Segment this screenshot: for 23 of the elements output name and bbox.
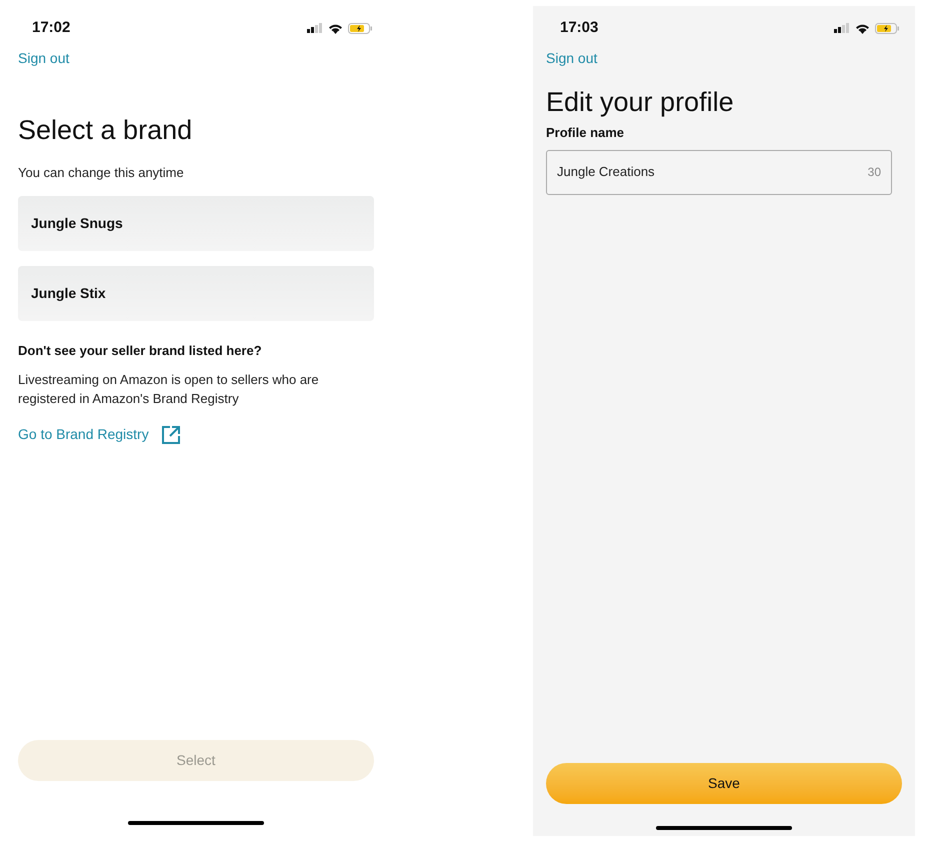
battery-icon <box>348 22 372 34</box>
battery-icon <box>875 22 899 34</box>
profile-name-field[interactable]: Jungle Creations 30 <box>546 150 892 194</box>
brand-option[interactable]: Jungle Stix <box>18 266 374 320</box>
page-title: Edit your profile <box>546 86 735 119</box>
sign-out-link[interactable]: Sign out <box>18 48 70 69</box>
signal-icon <box>834 23 850 33</box>
save-button[interactable]: Save <box>546 763 902 804</box>
status-time: 17:02 <box>32 18 70 38</box>
signal-icon <box>307 23 323 33</box>
page-title: Select a brand <box>18 114 194 147</box>
help-text: Livestreaming on Amazon is open to sellers who are registered in Amazon's Brand Registry <box>18 371 320 408</box>
field-label: Profile name <box>546 124 626 142</box>
wifi-icon <box>855 22 870 34</box>
status-time: 17:03 <box>560 18 598 38</box>
subtitle: You can change this anytime <box>18 164 185 182</box>
sign-out-link[interactable]: Sign out <box>546 48 598 69</box>
wifi-icon <box>328 22 343 34</box>
character-counter: 30 <box>868 164 881 181</box>
brand-option[interactable]: Jungle Snugs <box>18 196 374 250</box>
help-heading: Don't see your seller brand listed here? <box>18 342 263 360</box>
brand-registry-link[interactable]: Go to Brand Registry <box>18 424 149 445</box>
external-link-icon[interactable] <box>160 424 181 444</box>
